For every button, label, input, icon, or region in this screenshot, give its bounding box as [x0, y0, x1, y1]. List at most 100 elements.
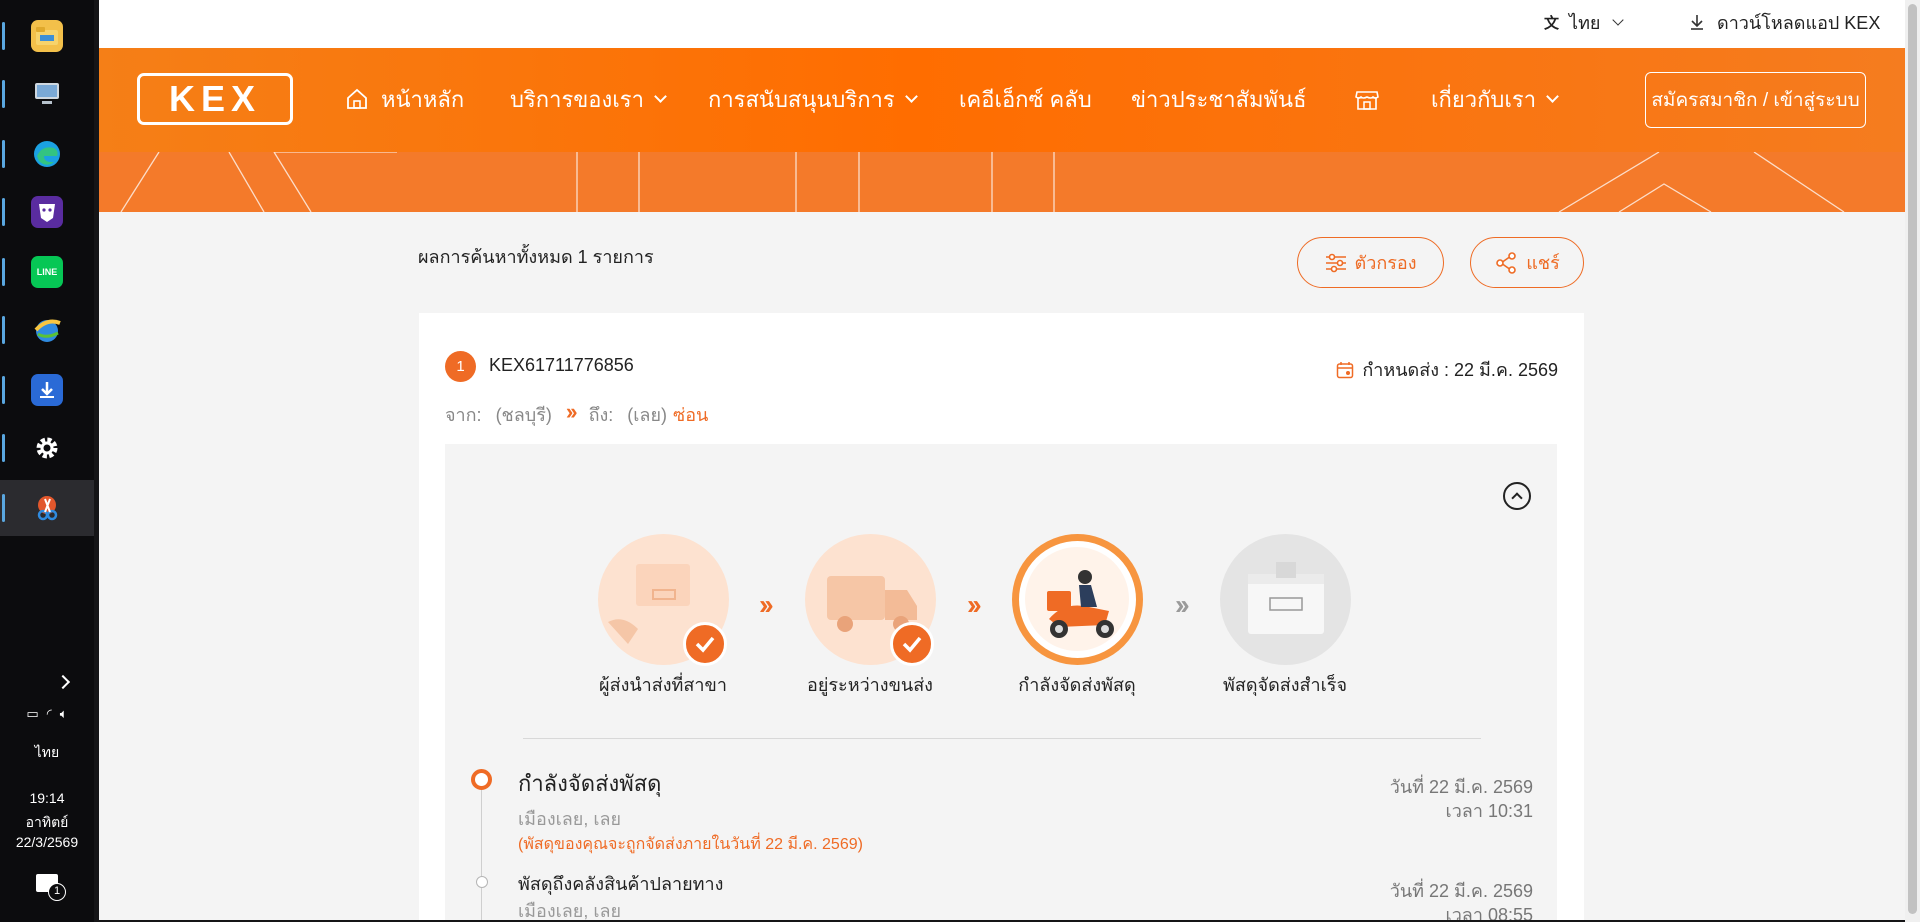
main-navigation: KEX หน้าหลัก บริการของเรา การสนับสนุนบริ…	[99, 48, 1905, 152]
chevron-down-icon	[1546, 90, 1559, 103]
scrollbar-thumb[interactable]	[1908, 4, 1917, 914]
step-3-label: กำลังจัดส่งพัสดุ	[1018, 675, 1136, 695]
parcel-index-badge: 1	[445, 351, 476, 382]
filter-label: ตัวกรอง	[1354, 253, 1417, 273]
taskbar-edge[interactable]	[0, 126, 94, 182]
chevron-down-icon	[1612, 13, 1625, 26]
clock-time[interactable]: 19:14	[0, 790, 94, 806]
step-2-label: อยู่ระหว่างขนส่ง	[807, 675, 933, 695]
chevron-right-icon	[55, 674, 71, 690]
computer-icon	[31, 78, 63, 110]
nav-store[interactable]	[1354, 84, 1380, 114]
nav-about-label: เกี่ยวกับเรา	[1431, 86, 1537, 112]
step-1-label: ผู้ส่งนำส่งที่สาขา	[599, 675, 727, 695]
event-1-time: เวลา 10:31	[1445, 801, 1533, 821]
battery-icon: ▭	[26, 706, 39, 721]
windows-taskbar: LINE ▭ ◜ 🔈︎ ไทย 19:14 อาทิตย์ 22/3/2569	[0, 0, 94, 922]
parcel-box-icon	[1248, 562, 1324, 634]
chevron-down-icon	[654, 90, 667, 103]
route-info: จาก: (ชลบุรี) ›› ถึง: (เลย) ซ่อน	[445, 399, 708, 429]
nav-home-label: หน้าหลัก	[381, 86, 465, 112]
utility-bar: 文 ไทย ดาวน์โหลดแอป KEX	[99, 0, 1905, 48]
collapse-button[interactable]	[1503, 482, 1531, 510]
message-icon: 1	[36, 874, 66, 901]
delivery-due: กำหนดส่ง : 22 มี.ค. 2569	[1336, 355, 1558, 384]
language-indicator[interactable]: ไทย	[0, 742, 94, 764]
from-label: จาก:	[445, 404, 482, 425]
hide-details-link[interactable]: ซ่อน	[673, 400, 708, 429]
notification-count-badge: 1	[48, 883, 66, 901]
step-3-illustration	[1012, 534, 1143, 665]
results-summary: ผลการค้นหาทั้งหมด 1 รายการ	[418, 247, 654, 267]
parcel-card: 1 KEX61711776856 กำหนดส่ง : 22 มี.ค. 256…	[419, 313, 1584, 920]
double-chevron-icon: ››	[565, 399, 578, 424]
taskbar-installer[interactable]	[0, 362, 94, 418]
taskbar-brave[interactable]	[0, 184, 94, 240]
delivery-scooter-icon	[1025, 547, 1129, 651]
language-label: ไทย	[1569, 12, 1601, 33]
clock-day[interactable]: อาทิตย์	[0, 812, 94, 834]
check-icon	[683, 622, 727, 666]
volume-icon: 🔈︎	[59, 706, 68, 721]
notification-center-button[interactable]: 1	[0, 874, 94, 901]
nav-home[interactable]: หน้าหลัก	[345, 84, 464, 114]
taskbar-this-pc[interactable]	[0, 66, 94, 122]
step-out-for-delivery: กำลังจัดส่งพัสดุ	[987, 534, 1167, 714]
chevron-down-icon	[904, 90, 918, 103]
translate-icon: 文	[1544, 14, 1560, 32]
wifi-icon: ◜	[46, 706, 52, 721]
brave-lion-icon	[31, 196, 63, 228]
to-label: ถึง:	[588, 404, 614, 425]
register-login-button[interactable]: สมัครสมาชิก / เข้าสู่ระบบ	[1645, 72, 1866, 128]
nav-kex-club[interactable]: เคอีเอ็กซ์ คลับ	[959, 84, 1092, 114]
nav-about[interactable]: เกี่ยวกับเรา	[1431, 84, 1559, 114]
chevron-up-icon	[1511, 492, 1523, 504]
download-app-link[interactable]: ดาวน์โหลดแอป KEX	[1689, 10, 1880, 34]
event-1-note: (พัสดุของคุณจะถูกจัดส่งภายในวันที่ 22 มี…	[518, 836, 863, 853]
taskbar-file-explorer[interactable]	[0, 8, 94, 64]
share-button[interactable]: แชร์	[1470, 237, 1584, 288]
store-icon	[1355, 91, 1379, 110]
check-icon	[890, 622, 934, 666]
timeline-current-dot	[471, 769, 492, 790]
system-tray-icons[interactable]: ▭ ◜ 🔈︎	[0, 706, 94, 722]
taskbar-settings[interactable]	[0, 420, 94, 476]
section-divider	[523, 738, 1481, 739]
show-hidden-icons-chevron[interactable]	[0, 674, 94, 690]
step-dropped-at-branch: ผู้ส่งนำส่งที่สาขา	[573, 534, 753, 714]
language-switcher[interactable]: 文 ไทย	[1544, 10, 1625, 34]
nav-services-label: บริการของเรา	[510, 86, 644, 112]
folder-icon	[31, 20, 63, 52]
to-value: (เลย)	[627, 404, 667, 425]
nav-support[interactable]: การสนับสนุนบริการ	[708, 84, 918, 114]
nav-support-label: การสนับสนุนบริการ	[708, 86, 895, 112]
step-delivered: พัสดุจัดส่งสำเร็จ	[1195, 534, 1375, 714]
filter-button[interactable]: ตัวกรอง	[1297, 237, 1444, 288]
taskbar-snipping-tool[interactable]	[0, 480, 94, 536]
nav-news-label: ข่าวประชาสัมพันธ์	[1131, 86, 1307, 112]
scissors-icon	[31, 492, 63, 524]
tracking-results-section: ผลการค้นหาทั้งหมด 1 รายการ ตัวกรอง แชร์ …	[99, 212, 1905, 920]
globe-icon	[31, 314, 63, 346]
event-1-location: เมืองเลย, เลย	[518, 809, 622, 829]
share-label: แชร์	[1526, 253, 1560, 273]
step-4-label: พัสดุจัดส่งสำเร็จ	[1222, 675, 1347, 695]
taskbar-line[interactable]: LINE	[0, 244, 94, 300]
event-2-time: เวลา 08:55	[1445, 905, 1533, 920]
page-scrollbar[interactable]	[1905, 0, 1920, 922]
event-2-title: พัสดุถึงคลังสินค้าปลายทาง	[518, 874, 724, 894]
sliders-icon	[1325, 253, 1346, 272]
step-4-illustration	[1220, 534, 1351, 665]
taskbar-ie-browser[interactable]	[0, 302, 94, 358]
clock-date[interactable]: 22/3/2569	[0, 834, 94, 850]
step-arrow-icon: ››	[967, 589, 982, 620]
nav-news[interactable]: ข่าวประชาสัมพันธ์	[1131, 84, 1307, 114]
tracking-number: KEX61711776856	[489, 355, 634, 375]
gear-icon	[31, 432, 63, 464]
calendar-icon	[1337, 361, 1354, 378]
nav-services[interactable]: บริการของเรา	[510, 84, 667, 114]
home-icon	[347, 88, 367, 109]
decorative-banner	[99, 152, 1905, 212]
kex-logo[interactable]: KEX	[137, 73, 293, 125]
step-in-transit: อยู่ระหว่างขนส่ง	[780, 534, 960, 714]
